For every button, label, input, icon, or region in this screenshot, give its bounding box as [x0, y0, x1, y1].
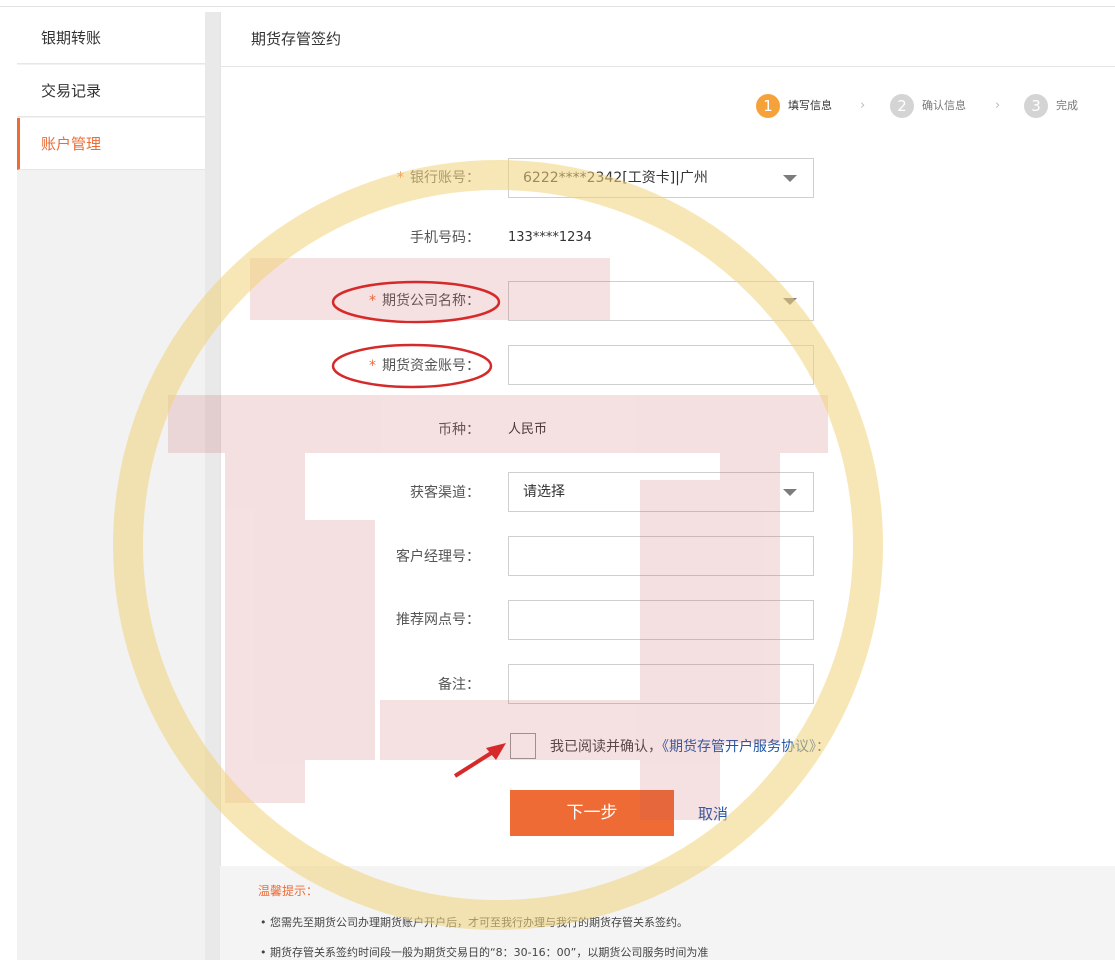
next-step-button[interactable]: 下一步 [510, 790, 674, 836]
top-border [0, 6, 1115, 7]
currency-value: 人民币 [508, 422, 548, 437]
sidebar-gutter [205, 12, 220, 960]
sidebar-item-label: 交易记录 [41, 82, 102, 100]
step-1-number: 1 [756, 94, 780, 118]
remark-input[interactable] [508, 664, 814, 704]
chevron-down-icon [783, 175, 797, 182]
sidebar-item-account-management[interactable]: 账户管理 [17, 118, 205, 170]
sidebar-item-transaction-records[interactable]: 交易记录 [17, 65, 205, 117]
branch-no-input[interactable] [508, 600, 814, 640]
sidebar: 银期转账 交易记录 账户管理 [17, 12, 205, 960]
sidebar-item-label: 账户管理 [41, 135, 102, 153]
chevron-right-icon: › [995, 98, 1001, 113]
currency-label: 币种： [438, 422, 480, 438]
tips-line: • 您需先至期货公司办理期货账户开户后，才可至我行办理与我行的期货存管关系签约。 [260, 916, 688, 929]
chevron-right-icon: › [860, 98, 866, 113]
tips-line: • 期货存管关系签约时间段一般为期货交易日的“8：30-16：00”，以期货公司… [260, 946, 709, 959]
manager-no-label: 客户经理号： [396, 549, 480, 565]
futures-company-label-text: 期货公司名称： [382, 293, 480, 309]
channel-value: 请选择 [523, 484, 565, 500]
step-3-label: 完成 [1056, 99, 1078, 112]
required-mark: * [397, 170, 404, 186]
agreement-suffix: ： [816, 739, 830, 755]
required-mark: * [369, 293, 376, 309]
bank-account-value: 6222****2342[工资卡]|广州 [523, 170, 708, 186]
futures-fund-account-label: * 期货资金账号： [250, 346, 480, 386]
channel-label: 获客渠道： [410, 485, 480, 501]
chevron-down-icon [783, 489, 797, 496]
sidebar-item-bank-futures-transfer[interactable]: 银期转账 [17, 12, 205, 64]
phone-value: 133****1234 [508, 230, 592, 245]
page-title: 期货存管签约 [221, 12, 1115, 67]
tips-panel: 温馨提示： • 您需先至期货公司办理期货账户开户后，才可至我行办理与我行的期货存… [220, 866, 1115, 960]
channel-select[interactable]: 请选择 [508, 472, 814, 512]
required-mark: * [369, 358, 376, 374]
agreement-prefix: 我已阅读并确认， [550, 739, 662, 755]
cancel-button[interactable]: 取消 [698, 800, 728, 828]
bank-account-label: * 银行账号： [250, 158, 480, 198]
branch-no-label: 推荐网点号： [396, 612, 480, 628]
phone-label: 手机号码： [410, 230, 480, 246]
sidebar-item-label: 银期转账 [41, 29, 102, 47]
step-3-number: 3 [1024, 94, 1048, 118]
step-2-label: 确认信息 [922, 99, 966, 112]
futures-fund-account-input[interactable] [508, 345, 814, 385]
bank-account-label-text: 银行账号： [410, 170, 480, 186]
step-1-label: 填写信息 [788, 99, 832, 112]
futures-company-select[interactable] [508, 281, 814, 321]
remark-label: 备注： [438, 677, 480, 693]
agreement-link[interactable]: 《期货存管开户服务协议》 [662, 739, 816, 755]
agreement-text: 我已阅读并确认，《期货存管开户服务协议》： [550, 733, 830, 761]
bank-account-select[interactable]: 6222****2342[工资卡]|广州 [508, 158, 814, 198]
tips-title: 温馨提示： [258, 884, 319, 898]
agreement-checkbox[interactable] [510, 733, 536, 759]
step-2-number: 2 [890, 94, 914, 118]
manager-no-input[interactable] [508, 536, 814, 576]
futures-fund-account-label-text: 期货资金账号： [382, 358, 480, 374]
chevron-down-icon [783, 298, 797, 305]
futures-company-label: * 期货公司名称： [250, 281, 480, 321]
